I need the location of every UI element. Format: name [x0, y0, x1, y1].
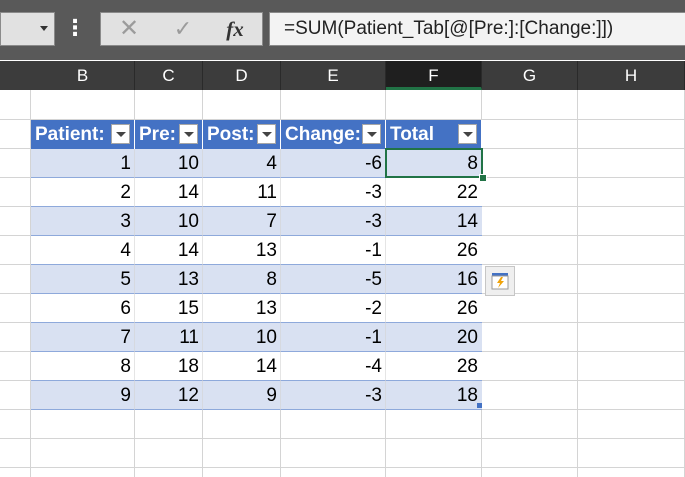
column-header-c[interactable]: C — [135, 61, 203, 90]
fill-handle[interactable] — [479, 174, 487, 182]
table-cell[interactable]: 4 — [203, 149, 281, 178]
table-cell[interactable]: 18 — [386, 381, 482, 410]
table-cell[interactable]: 9 — [203, 381, 281, 410]
table-cell[interactable]: 10 — [135, 149, 203, 178]
table-cell[interactable]: 26 — [386, 294, 482, 323]
table-cell[interactable]: -6 — [281, 149, 386, 178]
table-cell[interactable]: 12 — [135, 381, 203, 410]
table-column-divider — [385, 149, 386, 410]
lightning-icon — [491, 273, 509, 290]
table-cell[interactable]: 26 — [386, 236, 482, 265]
formula-buttons: ✕ ✓ fx — [100, 12, 263, 46]
table-cell[interactable]: 16 — [386, 265, 482, 294]
table-cell[interactable]: 7 — [31, 323, 135, 352]
table-header-cell[interactable]: Total — [386, 120, 482, 149]
table-cell[interactable]: 28 — [386, 352, 482, 381]
formula-bar: ⋮ ✕ ✓ fx =SUM(Patient_Tab[@[Pre:]:[Chang… — [0, 0, 685, 60]
column-header-e[interactable]: E — [281, 61, 386, 90]
table-cell[interactable]: 22 — [386, 178, 482, 207]
enter-check-icon[interactable]: ✓ — [163, 13, 203, 45]
column-header-row: BCDEFGH — [0, 61, 685, 90]
table-header-cell[interactable]: Change: — [281, 120, 386, 149]
cancel-icon[interactable]: ✕ — [109, 13, 149, 45]
filter-dropdown-icon[interactable] — [362, 124, 381, 144]
table-cell[interactable]: 15 — [135, 294, 203, 323]
table-header-label: Patient: — [35, 124, 105, 145]
table-cell[interactable]: -1 — [281, 236, 386, 265]
table-cell[interactable]: 3 — [31, 207, 135, 236]
table-cell[interactable]: 14 — [135, 178, 203, 207]
table-cell[interactable]: 13 — [135, 265, 203, 294]
table-header-cell[interactable]: Post: — [203, 120, 281, 149]
table-cell[interactable]: 13 — [203, 294, 281, 323]
table-resize-handle[interactable] — [477, 403, 482, 408]
table-cell[interactable]: 1 — [31, 149, 135, 178]
table-cell[interactable]: -5 — [281, 265, 386, 294]
table-cell[interactable]: 11 — [203, 178, 281, 207]
table-cell[interactable]: 20 — [386, 323, 482, 352]
grid-row-line — [0, 467, 685, 468]
column-header-d[interactable]: D — [203, 61, 281, 90]
table-cell[interactable]: 8 — [203, 265, 281, 294]
vertical-dots-icon[interactable]: ⋮ — [64, 15, 86, 43]
table-column-divider — [134, 149, 135, 410]
grid-row-line — [0, 438, 685, 439]
filter-dropdown-icon[interactable] — [111, 124, 130, 144]
table-cell[interactable]: 14 — [135, 236, 203, 265]
table-cell[interactable]: 11 — [135, 323, 203, 352]
table-cell[interactable]: 13 — [203, 236, 281, 265]
table-header-label: Post: — [207, 124, 255, 145]
column-header-b[interactable]: B — [31, 61, 135, 90]
name-box[interactable] — [0, 12, 55, 46]
table-cell[interactable]: 6 — [31, 294, 135, 323]
table-header-label: Pre: — [139, 124, 176, 145]
filter-dropdown-icon[interactable] — [458, 124, 477, 144]
table-cell[interactable]: -3 — [281, 178, 386, 207]
table-cell[interactable]: 10 — [135, 207, 203, 236]
table-cell[interactable]: 2 — [31, 178, 135, 207]
table-cell[interactable]: 5 — [31, 265, 135, 294]
table-header-label: Total — [390, 124, 434, 145]
insert-function-icon[interactable]: fx — [215, 13, 255, 45]
table-column-divider — [280, 149, 281, 410]
table-cell[interactable]: 10 — [203, 323, 281, 352]
table-cell[interactable]: 8 — [31, 352, 135, 381]
table-column-divider — [202, 149, 203, 410]
column-header-f[interactable]: F — [386, 61, 482, 90]
table-header-cell[interactable]: Pre: — [135, 120, 203, 149]
table-cell[interactable]: -1 — [281, 323, 386, 352]
active-cell[interactable] — [385, 148, 483, 178]
table-cell[interactable]: 14 — [386, 207, 482, 236]
chevron-down-icon[interactable] — [40, 26, 48, 31]
column-header-h[interactable]: H — [578, 61, 685, 90]
table-header-label: Change: — [285, 124, 361, 145]
flash-fill-options-button[interactable] — [485, 266, 515, 296]
table-cell[interactable]: 18 — [135, 352, 203, 381]
column-header-g[interactable]: G — [482, 61, 578, 90]
filter-dropdown-icon[interactable] — [179, 124, 198, 144]
table-cell[interactable]: -2 — [281, 294, 386, 323]
formula-input[interactable]: =SUM(Patient_Tab[@[Pre:]:[Change:]]) — [269, 12, 685, 46]
table-cell[interactable]: -3 — [281, 381, 386, 410]
table-cell[interactable]: -4 — [281, 352, 386, 381]
table-cell[interactable]: -3 — [281, 207, 386, 236]
table-row-divider — [31, 409, 482, 410]
table-header-cell[interactable]: Patient: — [31, 120, 135, 149]
table-cell[interactable]: 9 — [31, 381, 135, 410]
table-cell[interactable]: 7 — [203, 207, 281, 236]
table-cell[interactable]: 4 — [31, 236, 135, 265]
table-cell[interactable]: 14 — [203, 352, 281, 381]
filter-dropdown-icon[interactable] — [257, 124, 276, 144]
